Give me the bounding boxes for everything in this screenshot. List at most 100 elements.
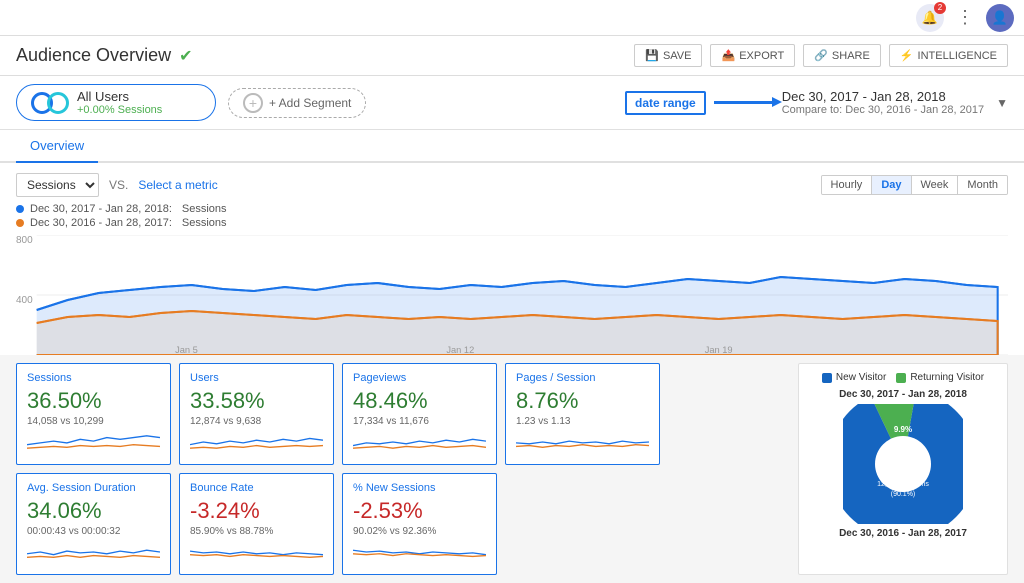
mini-chart-users	[190, 431, 323, 453]
stat-label-sessions: Sessions	[27, 372, 160, 384]
chart-y-400: 400	[16, 295, 33, 306]
stat-sub-avg-session: 00:00:43 vs 00:00:32	[27, 526, 160, 537]
time-btn-hourly[interactable]: Hourly	[822, 176, 873, 194]
share-icon: 🔗	[814, 49, 828, 62]
mini-chart-sessions	[27, 431, 160, 453]
page-header: Audience Overview ✔ 💾 SAVE 📤 EXPORT 🔗 SH…	[0, 36, 1024, 76]
date-annotation-box: date range	[625, 91, 706, 115]
time-btn-day[interactable]: Day	[872, 176, 911, 194]
pie-section: New Visitor Returning Visitor Dec 30, 20…	[798, 363, 1008, 575]
stat-sub-bounce-rate: 85.90% vs 88.78%	[190, 526, 323, 537]
stat-card-pageviews[interactable]: Pageviews 48.46% 17,334 vs 11,676	[342, 363, 497, 465]
notification-bell-icon[interactable]: 🔔 2	[916, 4, 944, 32]
add-segment-circle-icon: +	[243, 93, 263, 113]
intelligence-icon: ⚡	[900, 49, 914, 62]
page-title: Audience Overview	[16, 45, 171, 66]
segment-left: All Users +0.00% Sessions + + Add Segmen…	[16, 84, 613, 121]
stat-card-pages-session[interactable]: Pages / Session 8.76% 1.23 vs 1.13	[505, 363, 660, 465]
segment-name: All Users	[77, 89, 162, 104]
legend-dot-blue	[16, 205, 24, 213]
mini-chart-pages-session	[516, 431, 649, 453]
verified-icon: ✔	[179, 46, 192, 66]
stat-card-sessions[interactable]: Sessions 36.50% 14,058 vs 10,299	[16, 363, 171, 465]
intelligence-button[interactable]: ⚡ INTELLIGENCE	[889, 44, 1008, 67]
arrow-right-icon	[714, 101, 774, 104]
stat-card-users[interactable]: Users 33.58% 12,874 vs 9,638	[179, 363, 334, 465]
notification-badge: 2	[934, 2, 946, 14]
svg-text:New Visitor: New Visitor	[885, 471, 921, 478]
export-button[interactable]: 📤 EXPORT	[710, 44, 795, 67]
export-icon: 📤	[721, 49, 735, 62]
returning-visitor-dot	[896, 373, 906, 383]
stat-label-bounce-rate: Bounce Rate	[190, 482, 323, 494]
metric-select[interactable]: Sessions	[16, 173, 99, 197]
mini-chart-pageviews	[353, 431, 486, 453]
pie-legend: New Visitor Returning Visitor	[822, 372, 984, 383]
stat-card-new-sessions[interactable]: % New Sessions -2.53% 90.02% vs 92.36%	[342, 473, 497, 575]
stat-value-bounce-rate: -3.24%	[190, 498, 323, 524]
tab-overview[interactable]: Overview	[16, 130, 98, 163]
date-range-main: Dec 30, 2017 - Jan 28, 2018	[782, 89, 984, 104]
save-icon: 💾	[645, 49, 659, 62]
top-nav: 🔔 2 ⋮ 👤	[0, 0, 1024, 36]
pie-chart-svg: 9.9% New Visitor 12,662 Sessions (90.1%)	[843, 404, 963, 524]
stat-card-avg-session[interactable]: Avg. Session Duration 34.06% 00:00:43 vs…	[16, 473, 171, 575]
stats-cards-container: Sessions 36.50% 14,058 vs 10,299 Users 3…	[16, 363, 788, 575]
all-users-segment[interactable]: All Users +0.00% Sessions	[16, 84, 216, 121]
stat-label-pageviews: Pageviews	[353, 372, 486, 384]
legend-item-current: Dec 30, 2017 - Jan 28, 2018: Sessions	[16, 203, 1008, 215]
date-chevron-down-icon[interactable]: ▼	[996, 96, 1008, 110]
segment-sessions: +0.00% Sessions	[77, 104, 162, 116]
legend-item-previous: Dec 30, 2016 - Jan 28, 2017: Sessions	[16, 217, 1008, 229]
page-title-area: Audience Overview ✔	[16, 45, 192, 66]
stat-value-pageviews: 48.46%	[353, 388, 486, 414]
add-segment-button[interactable]: + + Add Segment	[228, 88, 366, 118]
time-btn-week[interactable]: Week	[912, 176, 959, 194]
stat-value-pages-session: 8.76%	[516, 388, 649, 414]
time-btn-month[interactable]: Month	[958, 176, 1007, 194]
overview-tab-bar: Overview	[0, 130, 1024, 163]
chart-y-800: 800	[16, 235, 33, 246]
stat-sub-new-sessions: 90.02% vs 92.36%	[353, 526, 486, 537]
more-options-icon[interactable]: ⋮	[956, 7, 974, 28]
mini-chart-bounce-rate	[190, 541, 323, 563]
stat-value-users: 33.58%	[190, 388, 323, 414]
stat-value-avg-session: 34.06%	[27, 498, 160, 524]
legend-dot-orange	[16, 219, 24, 227]
select-metric-link[interactable]: Select a metric	[138, 178, 217, 192]
chart-controls-left: Sessions VS. Select a metric	[16, 173, 218, 197]
save-button[interactable]: 💾 SAVE	[634, 44, 702, 67]
returning-visitor-label: Returning Visitor	[910, 372, 984, 383]
segment-bar: All Users +0.00% Sessions + + Add Segmen…	[0, 76, 1024, 130]
date-range-display[interactable]: Dec 30, 2017 - Jan 28, 2018 Compare to: …	[782, 89, 984, 116]
segment-info: All Users +0.00% Sessions	[77, 89, 162, 116]
stat-sub-pageviews: 17,334 vs 11,676	[353, 416, 486, 427]
mini-chart-new-sessions	[353, 541, 486, 563]
time-buttons: Hourly Day Week Month	[821, 175, 1008, 195]
svg-text:12,662 Sessions: 12,662 Sessions	[877, 481, 929, 488]
svg-text:Jan 19: Jan 19	[705, 345, 733, 355]
mini-chart-avg-session	[27, 541, 160, 563]
legend-metric-1: Sessions	[182, 203, 227, 215]
user-avatar-icon[interactable]: 👤	[986, 4, 1014, 32]
chart-svg: Jan 5 Jan 12 Jan 19	[16, 235, 1008, 355]
stat-value-sessions: 36.50%	[27, 388, 160, 414]
stat-sub-sessions: 14,058 vs 10,299	[27, 416, 160, 427]
header-actions: 💾 SAVE 📤 EXPORT 🔗 SHARE ⚡ INTELLIGENCE	[634, 44, 1008, 67]
pie-title-2: Dec 30, 2016 - Jan 28, 2017	[839, 528, 967, 539]
chart-legend: Dec 30, 2017 - Jan 28, 2018: Sessions De…	[16, 203, 1008, 229]
stat-label-new-sessions: % New Sessions	[353, 482, 486, 494]
vs-label: VS.	[109, 178, 128, 192]
new-visitor-dot	[822, 373, 832, 383]
chart-section: Sessions VS. Select a metric Hourly Day …	[0, 163, 1024, 355]
stat-card-bounce-rate[interactable]: Bounce Rate -3.24% 85.90% vs 88.78%	[179, 473, 334, 575]
pie-title-1: Dec 30, 2017 - Jan 28, 2018	[839, 389, 967, 400]
pie-legend-returning-visitor: Returning Visitor	[896, 372, 984, 383]
stat-label-pages-session: Pages / Session	[516, 372, 649, 384]
stat-sub-pages-session: 1.23 vs 1.13	[516, 416, 649, 427]
svg-text:Jan 5: Jan 5	[175, 345, 198, 355]
share-button[interactable]: 🔗 SHARE	[803, 44, 881, 67]
pie-legend-new-visitor: New Visitor	[822, 372, 886, 383]
new-visitor-label: New Visitor	[836, 372, 886, 383]
stats-section: Sessions 36.50% 14,058 vs 10,299 Users 3…	[0, 355, 1024, 583]
